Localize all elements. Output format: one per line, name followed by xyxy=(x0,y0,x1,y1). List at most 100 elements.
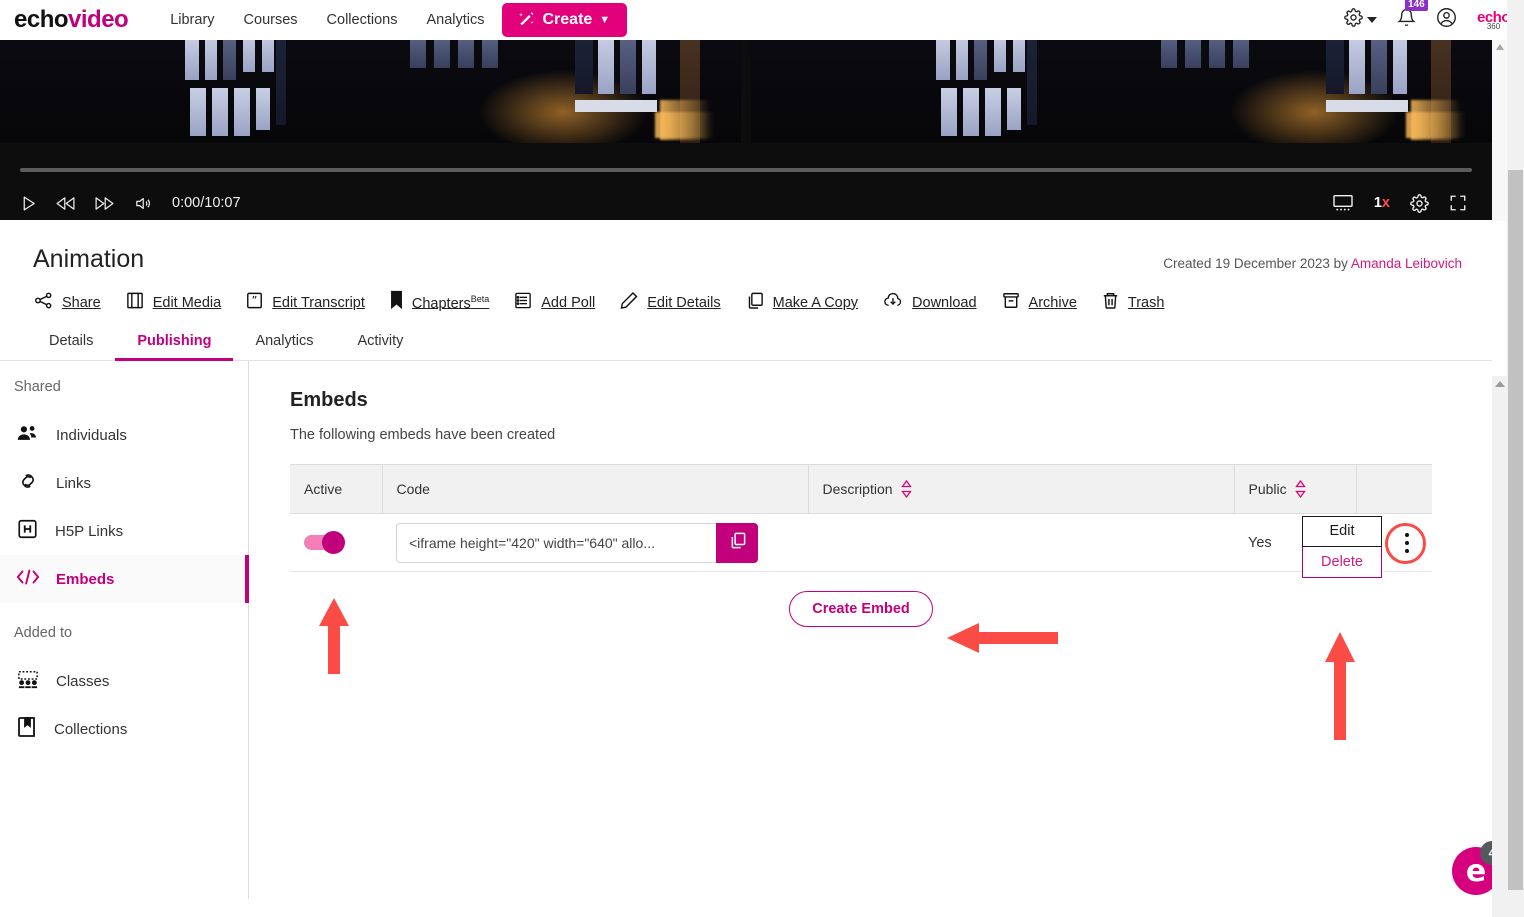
scroll-up-arrow-icon[interactable] xyxy=(1494,381,1505,387)
embed-code-input[interactable] xyxy=(396,522,716,563)
fast-forward-button[interactable] xyxy=(94,195,115,212)
sidebar-item-collections[interactable]: Collections xyxy=(0,705,248,753)
layout-view-button[interactable] xyxy=(1332,194,1354,212)
sidebar-group-added-to-label: Added to xyxy=(14,625,73,641)
sidebar-item-collections-label: Collections xyxy=(54,720,128,738)
page-scrollbar[interactable] xyxy=(1507,0,1524,917)
nav-item-collections[interactable]: Collections xyxy=(327,12,398,28)
video-progress-bar[interactable] xyxy=(20,168,1472,172)
video-pane-right[interactable] xyxy=(751,40,1492,143)
action-trash[interactable]: Trash xyxy=(1101,291,1164,315)
chapters-text: Chapters xyxy=(411,295,471,312)
player-settings-gear-icon[interactable] xyxy=(1410,193,1429,213)
embed-code-box xyxy=(396,522,758,563)
user-account-button[interactable] xyxy=(1436,7,1457,33)
h5p-icon xyxy=(16,518,39,545)
magic-wand-icon xyxy=(519,11,535,30)
table-row: Yes Edit Delete xyxy=(290,513,1432,578)
rewind-button[interactable] xyxy=(55,195,76,212)
film-icon xyxy=(125,291,145,315)
column-header-active: Active xyxy=(290,464,382,514)
echovideo-logo[interactable]: echovideo xyxy=(14,6,129,34)
echo360-logo[interactable]: echo 360 xyxy=(1477,10,1511,31)
action-add-poll[interactable]: Add Poll xyxy=(513,291,595,315)
play-button[interactable] xyxy=(20,195,37,212)
sidebar-item-h5p-links[interactable]: H5P Links xyxy=(0,507,248,555)
sort-description-button[interactable] xyxy=(900,480,912,498)
link-icon xyxy=(16,471,40,496)
column-header-public-label: Public xyxy=(1248,481,1287,497)
sort-public-button[interactable] xyxy=(1294,480,1306,498)
tab-activity[interactable]: Activity xyxy=(335,333,425,360)
sidebar-item-links-label: Links xyxy=(56,474,92,492)
sidebar-item-h5p-links-label: H5P Links xyxy=(55,522,124,540)
copy-code-button[interactable] xyxy=(716,522,758,563)
create-embed-button[interactable]: Create Embed xyxy=(789,591,933,627)
code-icon xyxy=(16,567,40,592)
pencil-icon xyxy=(619,291,639,315)
volume-icon[interactable] xyxy=(133,195,152,212)
action-make-a-copy[interactable]: Make A Copy xyxy=(745,291,858,315)
svg-text:”: ” xyxy=(252,294,258,307)
sidebar-item-classes[interactable]: Classes xyxy=(0,657,248,705)
menu-item-delete[interactable]: Delete xyxy=(1302,546,1382,578)
action-edit-details-label: Edit Details xyxy=(647,294,721,311)
settings-menu-button[interactable] xyxy=(1344,8,1377,32)
media-title-row: Animation Created 19 December 2023 by Am… xyxy=(0,221,1492,274)
column-header-description-label: Description xyxy=(822,481,893,497)
notifications-button[interactable]: 146 xyxy=(1397,0,1428,32)
publishing-content: Shared Individuals Links H5P Links Embed… xyxy=(0,361,1492,899)
page-title: Animation xyxy=(33,245,145,273)
column-header-actions xyxy=(1355,464,1432,514)
sidebar-item-embeds[interactable]: Embeds xyxy=(0,555,249,603)
kebab-menu-icon[interactable] xyxy=(1385,522,1426,564)
tab-publishing[interactable]: Publishing xyxy=(115,333,234,361)
created-prefix: Created 19 December 2023 by xyxy=(1163,256,1351,271)
action-archive[interactable]: Archive xyxy=(1001,291,1077,315)
inner-scrollbar[interactable] xyxy=(1492,376,1507,917)
menu-item-edit[interactable]: Edit xyxy=(1302,515,1382,547)
nav-item-courses[interactable]: Courses xyxy=(244,12,298,28)
player-controls-left: 0:00/10:07 xyxy=(20,186,241,220)
player-side-strip xyxy=(1492,40,1507,221)
video-pane-left[interactable] xyxy=(0,40,741,143)
playback-speed-button[interactable]: 1x xyxy=(1374,195,1390,211)
sidebar-item-classes-label: Classes xyxy=(56,672,110,690)
action-edit-media[interactable]: Edit Media xyxy=(125,291,221,315)
action-download[interactable]: Download xyxy=(882,291,977,315)
fullscreen-button[interactable] xyxy=(1449,194,1467,212)
quote-icon: ” xyxy=(245,291,264,315)
column-header-description: Description xyxy=(807,464,1234,514)
trash-icon xyxy=(1101,291,1120,315)
video-player[interactable]: 0:00/10:07 1x xyxy=(0,40,1492,220)
action-chapters[interactable]: ChaptersBeta xyxy=(389,290,489,315)
player-controls-right: 1x xyxy=(1332,186,1467,220)
created-author-link[interactable]: Amanda Leibovich xyxy=(1351,256,1462,271)
sidebar-item-individuals[interactable]: Individuals xyxy=(0,411,248,459)
bookmark-icon xyxy=(389,290,404,315)
classroom-icon xyxy=(16,669,40,694)
copy-icon xyxy=(728,531,747,554)
page-scrollbar-thumb[interactable] xyxy=(1508,170,1523,890)
tab-analytics[interactable]: Analytics xyxy=(233,333,335,360)
copy-icon xyxy=(745,291,765,315)
action-share[interactable]: Share xyxy=(33,291,101,315)
sort-descending-icon xyxy=(1294,490,1306,498)
archive-icon xyxy=(1001,291,1021,315)
playback-speed-unit: x xyxy=(1381,195,1390,211)
action-make-a-copy-label: Make A Copy xyxy=(772,294,859,311)
cell-actions: Edit Delete xyxy=(1302,513,1432,578)
create-button[interactable]: Create ▼ xyxy=(502,3,628,37)
share-icon xyxy=(33,291,54,315)
embeds-section-subtitle: The following embeds have been created xyxy=(290,427,556,443)
action-edit-transcript[interactable]: ” Edit Transcript xyxy=(245,291,365,315)
nav-item-analytics[interactable]: Analytics xyxy=(426,12,484,28)
cloud-download-icon xyxy=(882,291,904,315)
brand-text-video: video xyxy=(68,6,129,33)
sidebar-item-links[interactable]: Links xyxy=(0,459,248,507)
nav-item-library[interactable]: Library xyxy=(170,12,214,28)
embed-active-toggle[interactable] xyxy=(304,531,345,554)
tab-details[interactable]: Details xyxy=(33,333,115,360)
chevron-down-icon: ▼ xyxy=(599,14,611,26)
action-edit-details[interactable]: Edit Details xyxy=(619,291,721,315)
